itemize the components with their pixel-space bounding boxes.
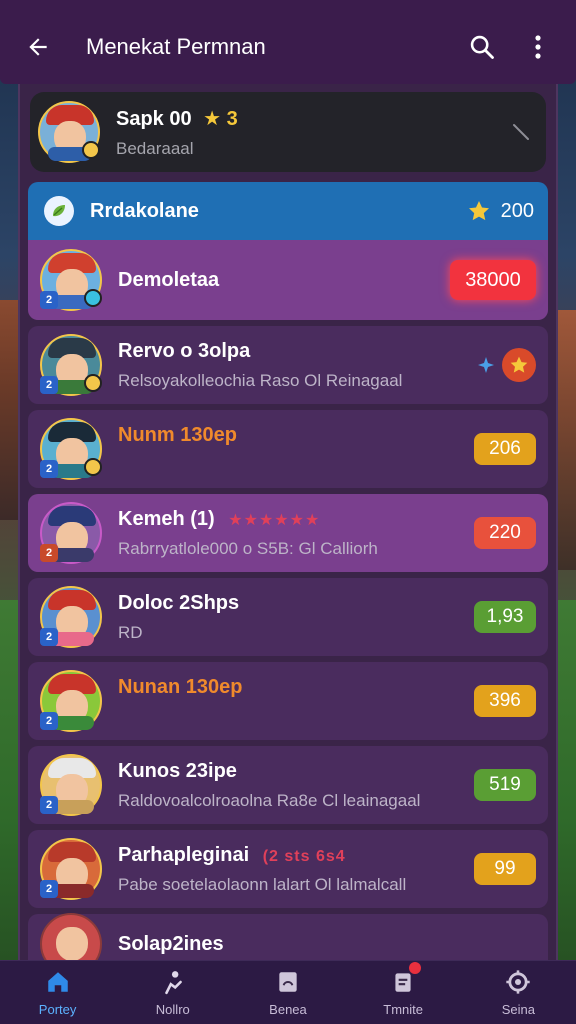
leaderboard-row[interactable]: 2 Demoletaa 38000: [28, 240, 548, 320]
row-name: Nunan 130ep: [118, 676, 243, 698]
tab-label: Portey: [38, 1002, 77, 1017]
tab-label: Nollro: [155, 1002, 190, 1017]
row-name: Nunm 130ep: [118, 424, 237, 446]
row-subtitle: Pabe soetelaolaonn lalart Ol lalmalcall: [118, 874, 407, 894]
player-icon: [159, 968, 187, 996]
avatar: 2: [40, 670, 102, 732]
row-stars: ★★★★★★: [228, 511, 321, 529]
tab-label: Seina: [501, 1002, 535, 1017]
page-title: Menekat Permnan: [86, 34, 266, 59]
back-arrow-icon: [29, 38, 47, 56]
leaderboard-row[interactable]: 2 Kunos 23ipe Raldovoalcolroaolna Ra8e C…: [28, 746, 548, 824]
avatar: [40, 913, 102, 960]
leaderboard-panel: Sapk 00 ★ 3 Bedaraaal Rrdakolane 200 2 D…: [18, 84, 558, 960]
player-subtitle: Bedaraaal: [116, 138, 194, 158]
avatar: [38, 101, 100, 163]
leaderboard-row[interactable]: 2 Rervo o 3olpa Relsoyakolleochia Raso O…: [28, 326, 548, 404]
tab-settings[interactable]: Seina: [473, 968, 563, 1017]
edit-slash-icon[interactable]: [510, 121, 532, 143]
leaderboard-row[interactable]: 2 Nunan 130ep 396: [28, 662, 548, 740]
tab-label: Tmnite: [383, 1002, 424, 1017]
leaderboard-row[interactable]: Solap2ines: [28, 913, 548, 960]
player-name: Sapk 00: [116, 107, 192, 130]
settings-icon: [504, 968, 532, 996]
avatar: 2: [40, 249, 102, 311]
player-stars: ★ 3: [203, 107, 238, 130]
sparkle-icon: [478, 357, 494, 373]
leaderboard-row[interactable]: 2 Nunm 130ep 206: [28, 410, 548, 488]
more-options-button[interactable]: [520, 29, 556, 65]
row-name: Demoletaa: [118, 268, 220, 291]
leaderboard-header: Rrdakolane 200: [28, 182, 548, 240]
row-name: Solap2ines: [118, 932, 224, 955]
notification-dot: [409, 962, 422, 974]
avatar: 2: [40, 502, 102, 564]
tab-label: Benea: [269, 1002, 307, 1017]
score-pill: 519: [474, 769, 536, 801]
row-subtitle: Relsoyakolleochia Raso Ol Reinagaal: [118, 370, 403, 390]
avatar: 2: [40, 334, 102, 396]
tab-tasks[interactable]: Tmnite: [358, 962, 448, 1017]
leaf-icon: [44, 196, 74, 226]
app-bar: Menekat Permnan: [0, 0, 576, 84]
my-player-card[interactable]: Sapk 00 ★ 3 Bedaraaal: [30, 92, 546, 172]
score-pill: 220: [474, 517, 536, 549]
leaderboard-row[interactable]: 2 Parhapleginai (2 sts 6s4 Pabe soetelao…: [28, 830, 548, 908]
row-subtitle: RD: [118, 622, 143, 642]
tab-players[interactable]: Nollro: [128, 968, 218, 1017]
section-score: 200: [500, 199, 534, 222]
section-title: Rrdakolane: [90, 199, 199, 222]
row-name: Parhapleginai: [118, 843, 250, 866]
row-name: Kunos 23ipe: [118, 759, 237, 782]
avatar: 2: [40, 418, 102, 480]
score-pill: 396: [474, 685, 536, 717]
clipboard-icon: [389, 962, 422, 996]
bottom-tab-bar: Portey Nollro Benea Tmnite Seina: [0, 960, 576, 1024]
search-icon: [470, 35, 494, 59]
row-name: Kemeh (1): [118, 507, 215, 530]
avatar: 2: [40, 754, 102, 816]
search-button[interactable]: [464, 29, 500, 65]
star-icon: [468, 201, 489, 221]
card-icon: [274, 968, 302, 996]
tab-home[interactable]: Portey: [13, 968, 103, 1017]
row-subtitle: Raldovoalcolroaolna Ra8e Cl leainagaal: [118, 790, 421, 810]
row-stars: (2 sts 6s4: [262, 847, 346, 865]
score-pill: 38000: [450, 260, 536, 300]
score-pill: 206: [474, 433, 536, 465]
more-vert-icon: [535, 35, 541, 59]
home-icon: [44, 968, 72, 996]
leaderboard-row[interactable]: 2 Doloc 2Shps RD 1,93: [28, 578, 548, 656]
back-button[interactable]: [22, 31, 54, 63]
tab-cards[interactable]: Benea: [243, 968, 333, 1017]
row-name: Rervo o 3olpa: [118, 339, 251, 362]
row-name: Doloc 2Shps: [118, 591, 240, 614]
score-pill: 1,93: [474, 601, 536, 633]
leaderboard-row[interactable]: 2 Kemeh (1) ★★★★★★ Rabrryatlole000 o S5B…: [28, 494, 548, 572]
avatar: 2: [40, 586, 102, 648]
row-subtitle: Rabrryatlole000 o S5B: Gl Calliorh: [118, 538, 378, 558]
avatar: 2: [40, 838, 102, 900]
score-pill: 99: [474, 853, 536, 885]
trophy-icon: [502, 348, 536, 382]
